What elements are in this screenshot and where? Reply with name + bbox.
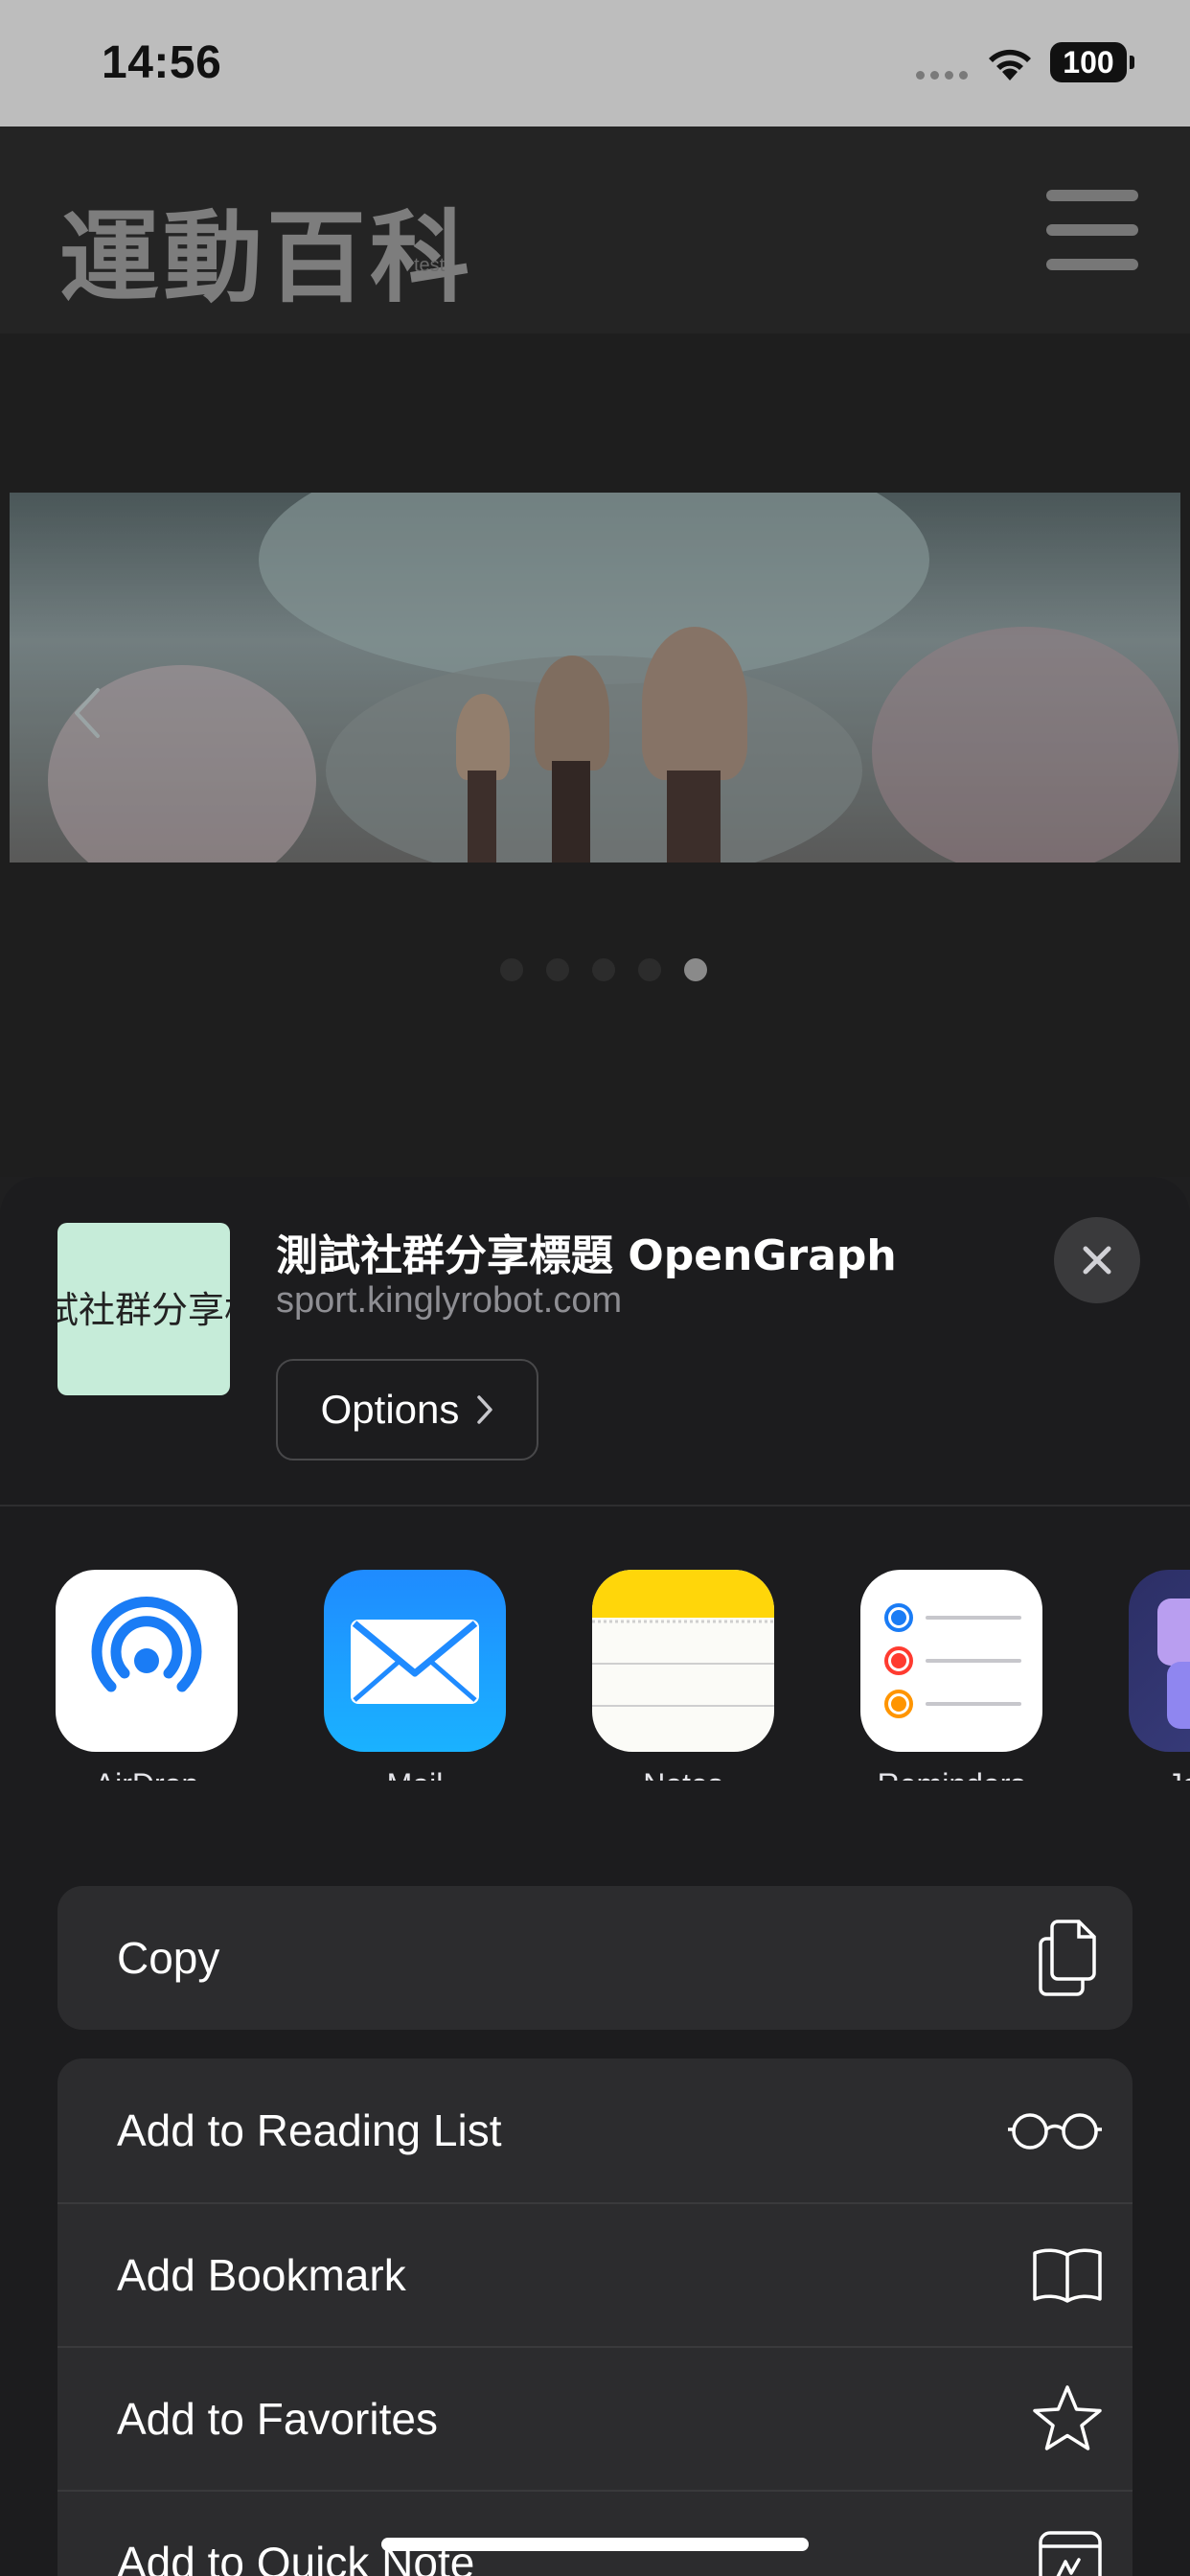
carousel-pagination[interactable] <box>500 958 707 981</box>
wifi-icon <box>989 49 1031 80</box>
copy-action[interactable]: Copy <box>57 1886 1133 2030</box>
notes-icon <box>592 1570 774 1752</box>
carousel-dot[interactable] <box>592 958 615 981</box>
menu-icon[interactable] <box>1046 190 1138 270</box>
site-logo[interactable]: 運動百科 <box>59 176 473 321</box>
action-label: Copy <box>117 1933 220 1983</box>
journal-icon <box>1129 1570 1190 1752</box>
copy-icon <box>1039 1920 1096 1996</box>
app-airdrop[interactable]: AirDrop <box>56 1570 238 1781</box>
home-indicator[interactable] <box>381 2538 809 2551</box>
app-label: Jo <box>1129 1767 1190 1781</box>
carousel-prev-icon[interactable] <box>73 686 102 740</box>
carousel-dot[interactable] <box>546 958 569 981</box>
app-mail[interactable]: Mail <box>324 1570 506 1781</box>
carousel-dot[interactable] <box>638 958 661 981</box>
copy-group: Copy <box>57 1886 1133 2030</box>
reminders-icon <box>860 1570 1042 1752</box>
book-icon <box>1033 2248 1102 2303</box>
battery-icon: 100 <box>1050 42 1134 82</box>
options-label: Options <box>320 1387 460 1432</box>
action-label: Add to Reading List <box>117 2105 502 2155</box>
site-header: 運動百科 test <box>0 126 1190 334</box>
options-button[interactable]: Options <box>276 1359 538 1460</box>
mail-icon <box>324 1570 506 1752</box>
add-bookmark-action[interactable]: Add Bookmark <box>57 2202 1133 2346</box>
hero-carousel-image[interactable] <box>10 493 1180 862</box>
site-logo-subtitle: test <box>414 255 446 276</box>
share-apps-row: AirDrop Mail Notes <box>0 1570 1190 1781</box>
add-to-favorites-action[interactable]: Add to Favorites <box>57 2346 1133 2490</box>
carousel-dot[interactable] <box>684 958 707 981</box>
quick-note-icon <box>1039 2531 1102 2576</box>
close-button[interactable] <box>1054 1217 1140 1303</box>
app-label: Mail <box>324 1767 506 1781</box>
app-label: Notes <box>592 1767 774 1781</box>
share-header: 試社群分享標 測試社群分享標題 OpenGraph sport.kinglyro… <box>0 1177 1190 1506</box>
actions-group: Add to Reading List Add Bookmark Add to … <box>57 2058 1133 2576</box>
share-thumbnail-text: 試社群分享標 <box>57 1289 230 1331</box>
status-bar: 14:56 100 <box>0 0 1190 126</box>
star-icon <box>1033 2385 1102 2450</box>
add-to-quick-note-action[interactable]: Add to Quick Note <box>57 2490 1133 2576</box>
share-url: sport.kinglyrobot.com <box>276 1280 623 1321</box>
share-sheet: 試社群分享標 測試社群分享標題 OpenGraph sport.kinglyro… <box>0 1177 1190 2576</box>
app-journal[interactable]: Jo <box>1129 1570 1190 1781</box>
glasses-icon <box>1008 2113 1102 2150</box>
action-label: Add Bookmark <box>117 2250 406 2300</box>
status-time: 14:56 <box>102 37 222 88</box>
share-title: 測試社群分享標題 OpenGraph <box>276 1231 897 1280</box>
action-label: Add to Favorites <box>117 2394 438 2444</box>
close-icon <box>1083 1246 1111 1275</box>
app-reminders[interactable]: Reminders <box>860 1570 1042 1781</box>
add-to-reading-list-action[interactable]: Add to Reading List <box>57 2058 1133 2202</box>
app-label: Reminders <box>860 1767 1042 1781</box>
cellular-signal-icon <box>916 71 968 80</box>
airdrop-icon <box>56 1570 238 1752</box>
share-thumbnail: 試社群分享標 <box>57 1223 230 1395</box>
app-label: AirDrop <box>56 1767 238 1781</box>
app-notes[interactable]: Notes <box>592 1570 774 1781</box>
carousel-dot[interactable] <box>500 958 523 981</box>
chevron-right-icon <box>477 1395 493 1424</box>
